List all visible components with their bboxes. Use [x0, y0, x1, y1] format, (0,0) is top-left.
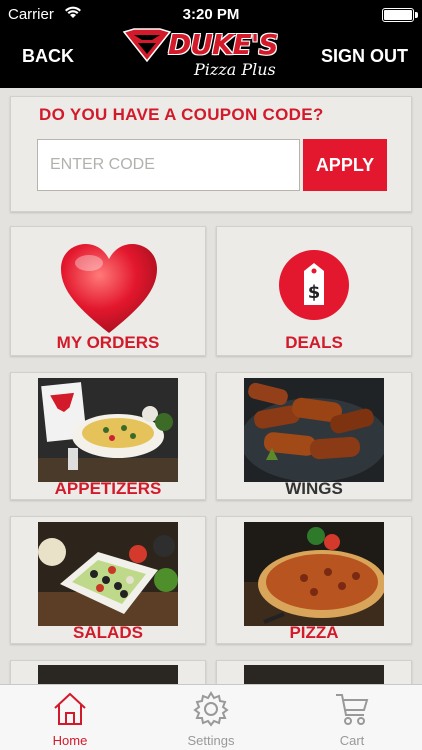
- tab-label: Home: [52, 733, 88, 748]
- salad-photo: [38, 522, 178, 626]
- tile-appetizers[interactable]: APPETIZERS: [10, 372, 206, 500]
- tile-my-orders[interactable]: MY ORDERS: [10, 226, 206, 356]
- tile-salads[interactable]: SALADS: [10, 516, 206, 644]
- tile-label: PIZZA: [289, 623, 339, 642]
- tile-label: SALADS: [73, 623, 143, 642]
- tab-label: Settings: [187, 733, 235, 748]
- tile-wings[interactable]: WINGS: [216, 372, 412, 500]
- tile-label: DEALS: [285, 333, 343, 352]
- logo-brand-text: DUKE'S: [168, 28, 279, 61]
- tab-home[interactable]: Home: [0, 685, 140, 750]
- logo-sub-text: Pizza Plus: [194, 60, 276, 79]
- battery-icon: [382, 8, 418, 22]
- shield-logo-icon: [122, 28, 172, 62]
- coupon-panel: DO YOU HAVE A COUPON CODE? APPLY: [10, 96, 412, 212]
- apply-button[interactable]: APPLY: [303, 139, 387, 191]
- coupon-code-input[interactable]: [37, 139, 300, 191]
- tile-label: WINGS: [285, 479, 343, 498]
- sign-out-button[interactable]: SIGN OUT: [321, 46, 408, 67]
- coupon-question: DO YOU HAVE A COUPON CODE?: [39, 105, 324, 124]
- tab-label: Cart: [339, 733, 365, 748]
- tab-bar: Home Settings Cart: [0, 684, 422, 750]
- heart-icon: [61, 244, 157, 333]
- dukes-logo: DUKE'S Pizza Plus: [122, 26, 302, 86]
- tab-settings[interactable]: Settings: [141, 685, 281, 750]
- clock: 3:20 PM: [182, 6, 240, 23]
- cart-icon: [336, 694, 369, 725]
- appetizers-photo: [38, 378, 178, 482]
- tile-label: APPETIZERS: [54, 479, 162, 498]
- top-bar: Carrier 3:20 PM BACK DUKE'S Pizza Plus S…: [0, 0, 422, 88]
- wings-photo: [244, 378, 384, 482]
- dollar-sign-icon: $: [308, 282, 321, 303]
- pizza-photo: [244, 522, 384, 626]
- home-icon: [54, 692, 86, 725]
- tile-pizza[interactable]: PIZZA: [216, 516, 412, 644]
- tile-label: MY ORDERS: [56, 333, 160, 352]
- price-tag-icon: $: [279, 250, 349, 320]
- back-button[interactable]: BACK: [22, 46, 74, 67]
- gear-icon: [193, 691, 229, 727]
- tab-cart[interactable]: Cart: [282, 685, 422, 750]
- tile-deals[interactable]: $ DEALS: [216, 226, 412, 356]
